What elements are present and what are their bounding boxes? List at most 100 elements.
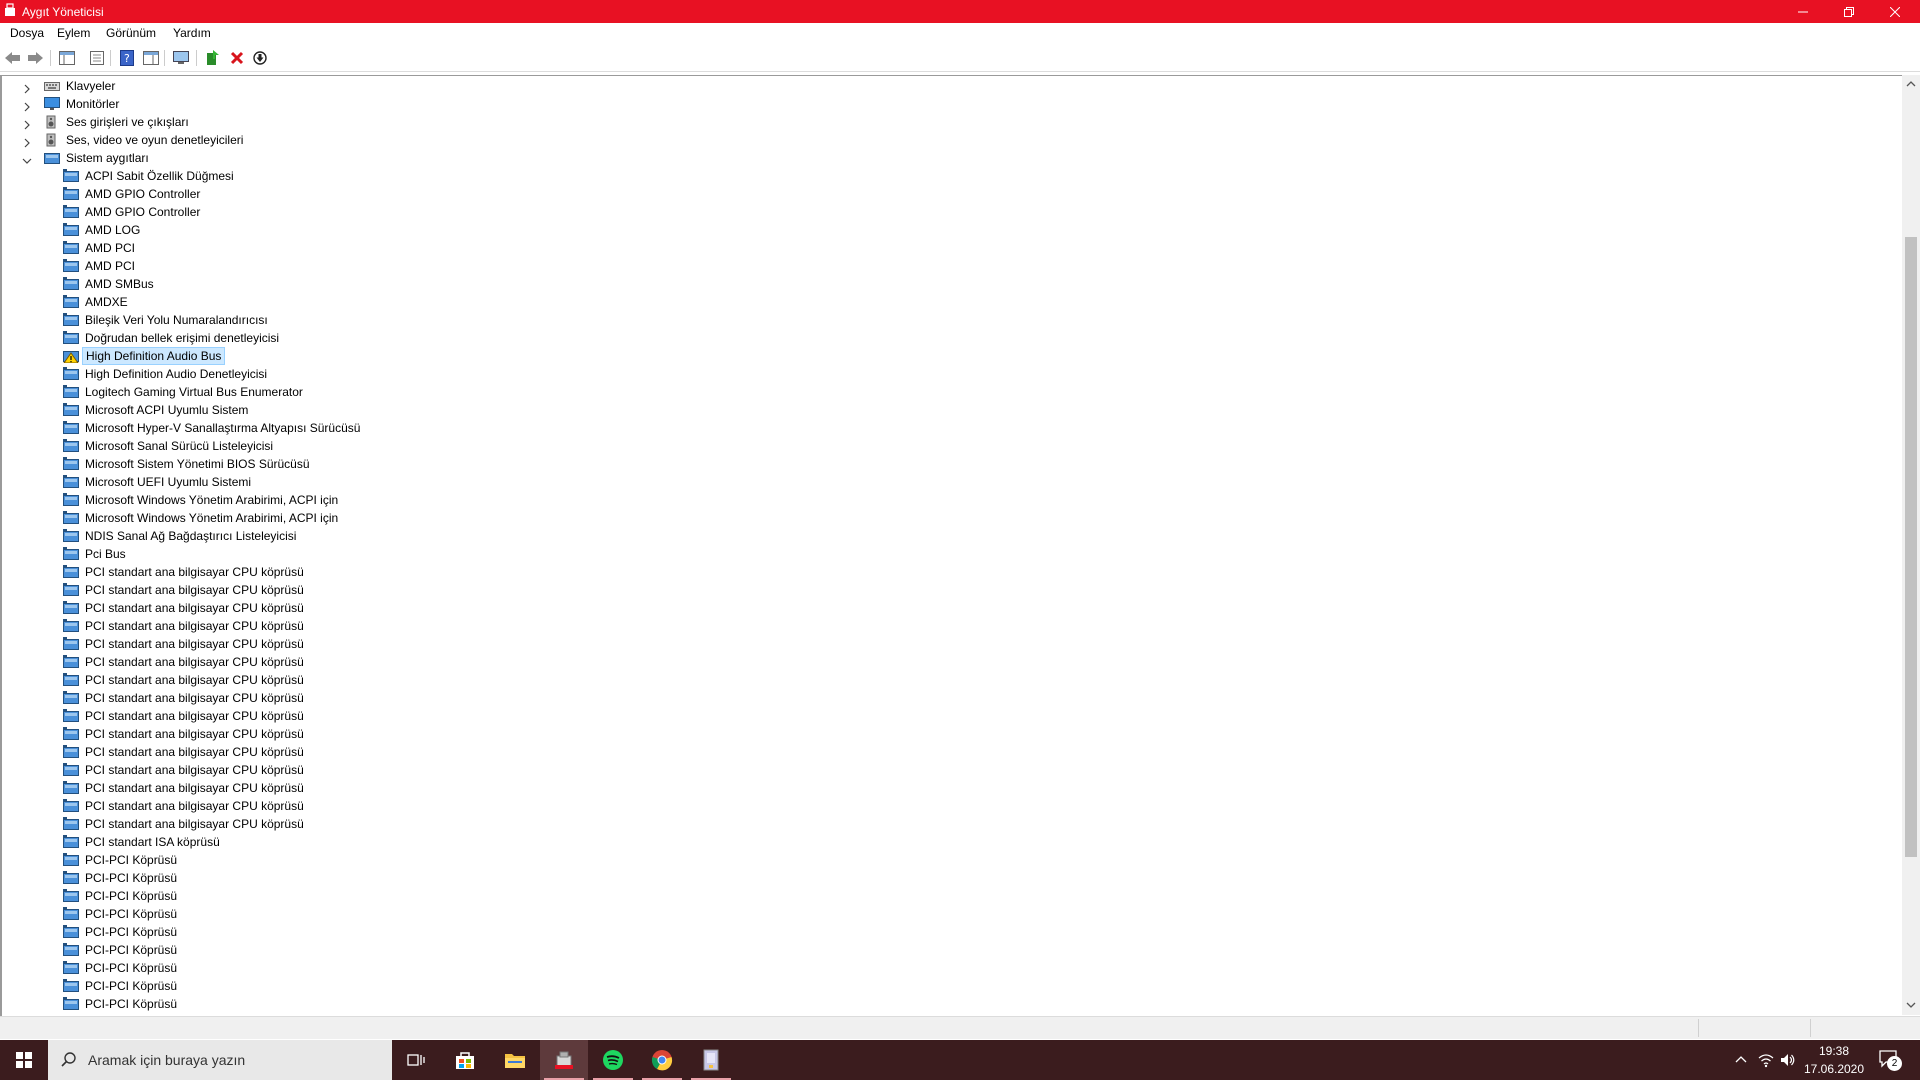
tree-device[interactable]: PCI standart ana bilgisayar CPU köprüsü [2, 743, 1892, 761]
tree-device[interactable]: AMD SMBus [2, 275, 1892, 293]
tree-device[interactable]: Logitech Gaming Virtual Bus Enumerator [2, 383, 1892, 401]
taskbar-device-manager-button[interactable] [540, 1040, 588, 1080]
taskbar-file-explorer-button[interactable] [491, 1040, 539, 1080]
tree-device[interactable]: PCI standart ana bilgisayar CPU köprüsü [2, 581, 1892, 599]
uninstall-device-button[interactable] [228, 49, 246, 67]
tree-device[interactable]: AMD PCI [2, 239, 1892, 257]
tree-device[interactable]: PCI standart ana bilgisayar CPU köprüsü [2, 563, 1892, 581]
device-icon [63, 619, 79, 633]
tree-device[interactable]: PCI standart ana bilgisayar CPU köprüsü [2, 689, 1892, 707]
network-icon[interactable] [1758, 1052, 1774, 1068]
tree-category[interactable]: Klavyeler [2, 77, 1892, 95]
tree-device[interactable]: PCI standart ana bilgisayar CPU köprüsü [2, 707, 1892, 725]
tree-device[interactable]: PCI-PCI Köprüsü [2, 959, 1892, 977]
tree-device[interactable]: PCI standart ana bilgisayar CPU köprüsü [2, 761, 1892, 779]
tree-device[interactable]: Doğrudan bellek erişimi denetleyicisi [2, 329, 1892, 347]
device-icon [63, 961, 79, 975]
action-pane-button[interactable] [142, 49, 160, 67]
chevron-up-icon[interactable] [1735, 1055, 1747, 1063]
expand-icon[interactable] [22, 81, 32, 94]
collapse-icon[interactable] [22, 153, 32, 164]
tree-device[interactable]: PCI standart ana bilgisayar CPU köprüsü [2, 725, 1892, 743]
taskbar-store-button[interactable] [441, 1040, 489, 1080]
taskbar-app-button[interactable] [687, 1040, 735, 1080]
device-icon [63, 547, 79, 561]
tree-device[interactable]: NDIS Sanal Ağ Bağdaştırıcı Listeleyicisi [2, 527, 1892, 545]
device-icon [63, 853, 79, 867]
tree-device[interactable]: PCI-PCI Köprüsü [2, 941, 1892, 959]
tree-device[interactable]: PCI standart ana bilgisayar CPU köprüsü [2, 653, 1892, 671]
tree-device[interactable]: AMD LOG [2, 221, 1892, 239]
scrollbar-thumb[interactable] [1905, 237, 1917, 857]
scan-hardware-button[interactable] [172, 49, 190, 67]
tree-device[interactable]: Microsoft Sanal Sürücü Listeleyicisi [2, 437, 1892, 455]
restore-button[interactable] [1826, 0, 1872, 23]
tree-device[interactable]: PCI standart ISA köprüsü [2, 833, 1892, 851]
tree-device[interactable]: PCI standart ana bilgisayar CPU köprüsü [2, 599, 1892, 617]
tree-device[interactable]: PCI standart ana bilgisayar CPU köprüsü [2, 797, 1892, 815]
update-driver-button[interactable] [204, 49, 222, 67]
tree-category[interactable]: Ses, video ve oyun denetleyicileri [2, 131, 1892, 149]
properties-button[interactable] [88, 49, 106, 67]
tree-device[interactable]: Pci Bus [2, 545, 1892, 563]
start-button[interactable] [0, 1040, 48, 1080]
tree-device[interactable]: PCI standart ana bilgisayar CPU köprüsü [2, 815, 1892, 833]
tree-category[interactable]: Sistem aygıtları [2, 149, 1892, 167]
expand-icon[interactable] [22, 99, 32, 112]
tree-device[interactable]: Microsoft Hyper-V Sanallaştırma Altyapıs… [2, 419, 1892, 437]
tree-device[interactable]: ACPI Sabit Özellik Düğmesi [2, 167, 1892, 185]
install-legacy-button[interactable] [251, 49, 269, 67]
tree-device[interactable]: PCI-PCI Köprüsü [2, 977, 1892, 995]
tree-category[interactable]: Ses girişleri ve çıkışları [2, 113, 1892, 131]
minimize-button[interactable] [1780, 0, 1826, 23]
menu-dosya[interactable]: Dosya [10, 26, 44, 40]
tree-device[interactable]: PCI-PCI Köprüsü [2, 869, 1892, 887]
tree-device[interactable]: AMDXE [2, 293, 1892, 311]
device-tree[interactable]: Klavyeler Monitörler Ses girişleri ve çıkı… [0, 75, 1903, 1016]
taskbar-chrome-button[interactable] [638, 1040, 686, 1080]
tree-device[interactable]: Microsoft UEFI Uyumlu Sistemi [2, 473, 1892, 491]
action-center-button[interactable]: 2 [1878, 1048, 1904, 1074]
tree-device[interactable]: PCI-PCI Köprüsü [2, 851, 1892, 869]
tree-device[interactable]: Microsoft ACPI Uyumlu Sistem [2, 401, 1892, 419]
device-icon [63, 637, 79, 651]
close-button[interactable] [1872, 0, 1918, 23]
tree-device[interactable]: PCI standart ana bilgisayar CPU köprüsü [2, 671, 1892, 689]
forward-button[interactable] [26, 49, 44, 67]
scroll-up-icon[interactable] [1906, 81, 1916, 87]
tree-device-selected[interactable]: High Definition Audio Bus [2, 347, 1892, 365]
device-icon [63, 943, 79, 957]
tree-device[interactable]: Bileşik Veri Yolu Numaralandırıcısı [2, 311, 1892, 329]
tree-item-label: NDIS Sanal Ağ Bağdaştırıcı Listeleyicisi [85, 529, 297, 543]
clock-date[interactable]: 17.06.2020 [1794, 1062, 1874, 1076]
back-button[interactable] [4, 49, 22, 67]
tree-device[interactable]: PCI-PCI Köprüsü [2, 923, 1892, 941]
expand-icon[interactable] [22, 135, 32, 148]
tree-device[interactable]: AMD GPIO Controller [2, 185, 1892, 203]
tree-category[interactable]: Monitörler [2, 95, 1892, 113]
taskbar-search-box[interactable]: Aramak için buraya yazın [48, 1040, 392, 1080]
tree-device[interactable]: Microsoft Windows Yönetim Arabirimi, ACP… [2, 491, 1892, 509]
menu-eylem[interactable]: Eylem [57, 26, 90, 40]
taskbar-spotify-button[interactable] [589, 1040, 637, 1080]
help-button[interactable]: ? [118, 49, 136, 67]
scroll-down-icon[interactable] [1906, 1002, 1916, 1008]
tree-device[interactable]: AMD GPIO Controller [2, 203, 1892, 221]
tree-device[interactable]: PCI-PCI Köprüsü [2, 887, 1892, 905]
clock-time[interactable]: 19:38 [1794, 1044, 1874, 1058]
vertical-scrollbar[interactable] [1902, 75, 1920, 1015]
tree-device[interactable]: High Definition Audio Denetleyicisi [2, 365, 1892, 383]
menu-yardim[interactable]: Yardım [173, 26, 211, 40]
tree-device[interactable]: PCI-PCI Köprüsü [2, 995, 1892, 1013]
menu-gorunum[interactable]: Görünüm [106, 26, 156, 40]
expand-icon[interactable] [22, 117, 32, 130]
tree-device[interactable]: Microsoft Sistem Yönetimi BIOS Sürücüsü [2, 455, 1892, 473]
tree-device[interactable]: PCI standart ana bilgisayar CPU köprüsü [2, 617, 1892, 635]
task-view-button[interactable] [392, 1040, 440, 1080]
tree-device[interactable]: Microsoft Windows Yönetim Arabirimi, ACP… [2, 509, 1892, 527]
tree-device[interactable]: PCI-PCI Köprüsü [2, 905, 1892, 923]
tree-device[interactable]: PCI standart ana bilgisayar CPU köprüsü [2, 635, 1892, 653]
tree-device[interactable]: AMD PCI [2, 257, 1892, 275]
show-hide-console-button[interactable] [58, 49, 76, 67]
tree-device[interactable]: PCI standart ana bilgisayar CPU köprüsü [2, 779, 1892, 797]
